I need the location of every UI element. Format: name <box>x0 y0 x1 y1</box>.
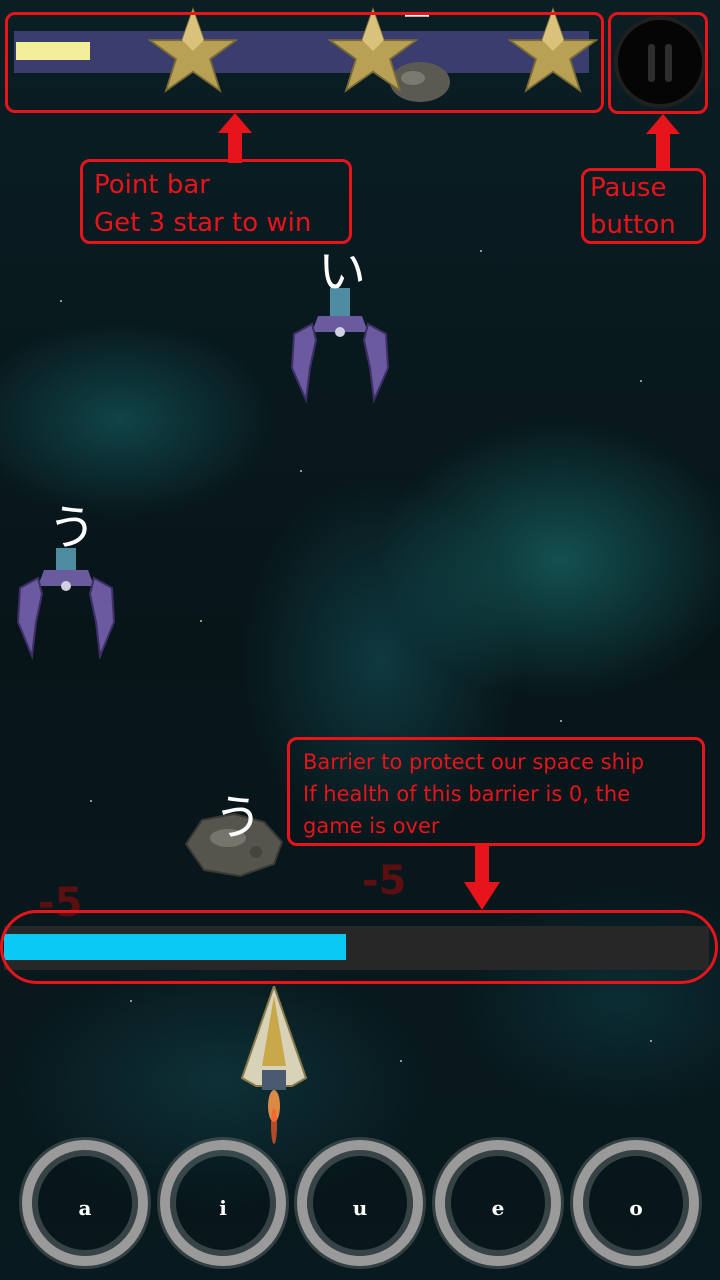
pause-note-line2: button <box>590 210 676 240</box>
answer-button-i[interactable]: i <box>160 1140 286 1266</box>
barrier-note-line3: game is over <box>303 814 440 838</box>
answer-label: u <box>352 1196 368 1220</box>
barrier-highlight <box>0 910 718 984</box>
damage-number: -5 <box>362 858 407 904</box>
point-bar-note-line1: Point bar <box>94 170 210 200</box>
barrier-note-text: Barrier to protect our space ship If hea… <box>303 746 644 842</box>
answer-label: i <box>219 1196 227 1220</box>
answer-label: e <box>491 1196 505 1220</box>
enemy-kana-label: う <box>214 790 263 846</box>
point-bar-note-text: Point bar Get 3 star to win <box>94 166 311 242</box>
player-spaceship <box>240 986 308 1144</box>
arrow-down-icon <box>464 846 500 910</box>
enemy-claw-ship <box>290 288 390 404</box>
answer-button-a[interactable]: a <box>22 1140 148 1266</box>
arrow-up-icon <box>646 114 680 170</box>
answer-button-e[interactable]: e <box>435 1140 561 1266</box>
answer-button-o[interactable]: o <box>573 1140 699 1266</box>
pause-note-line1: Pause <box>590 173 667 203</box>
barrier-note-line1: Barrier to protect our space ship <box>303 750 645 774</box>
arrow-up-icon <box>218 113 252 163</box>
answer-label: a <box>78 1196 92 1220</box>
answer-button-u[interactable]: u <box>297 1140 423 1266</box>
pause-button-highlight <box>608 12 708 114</box>
enemy-claw-ship <box>16 548 116 660</box>
pause-note-text: Pause button <box>590 170 676 244</box>
point-bar-note-line2: Get 3 star to win <box>94 208 312 238</box>
barrier-note-line2: If health of this barrier is 0, the <box>303 782 631 806</box>
point-bar-highlight <box>5 12 604 113</box>
answer-label: o <box>629 1196 643 1220</box>
